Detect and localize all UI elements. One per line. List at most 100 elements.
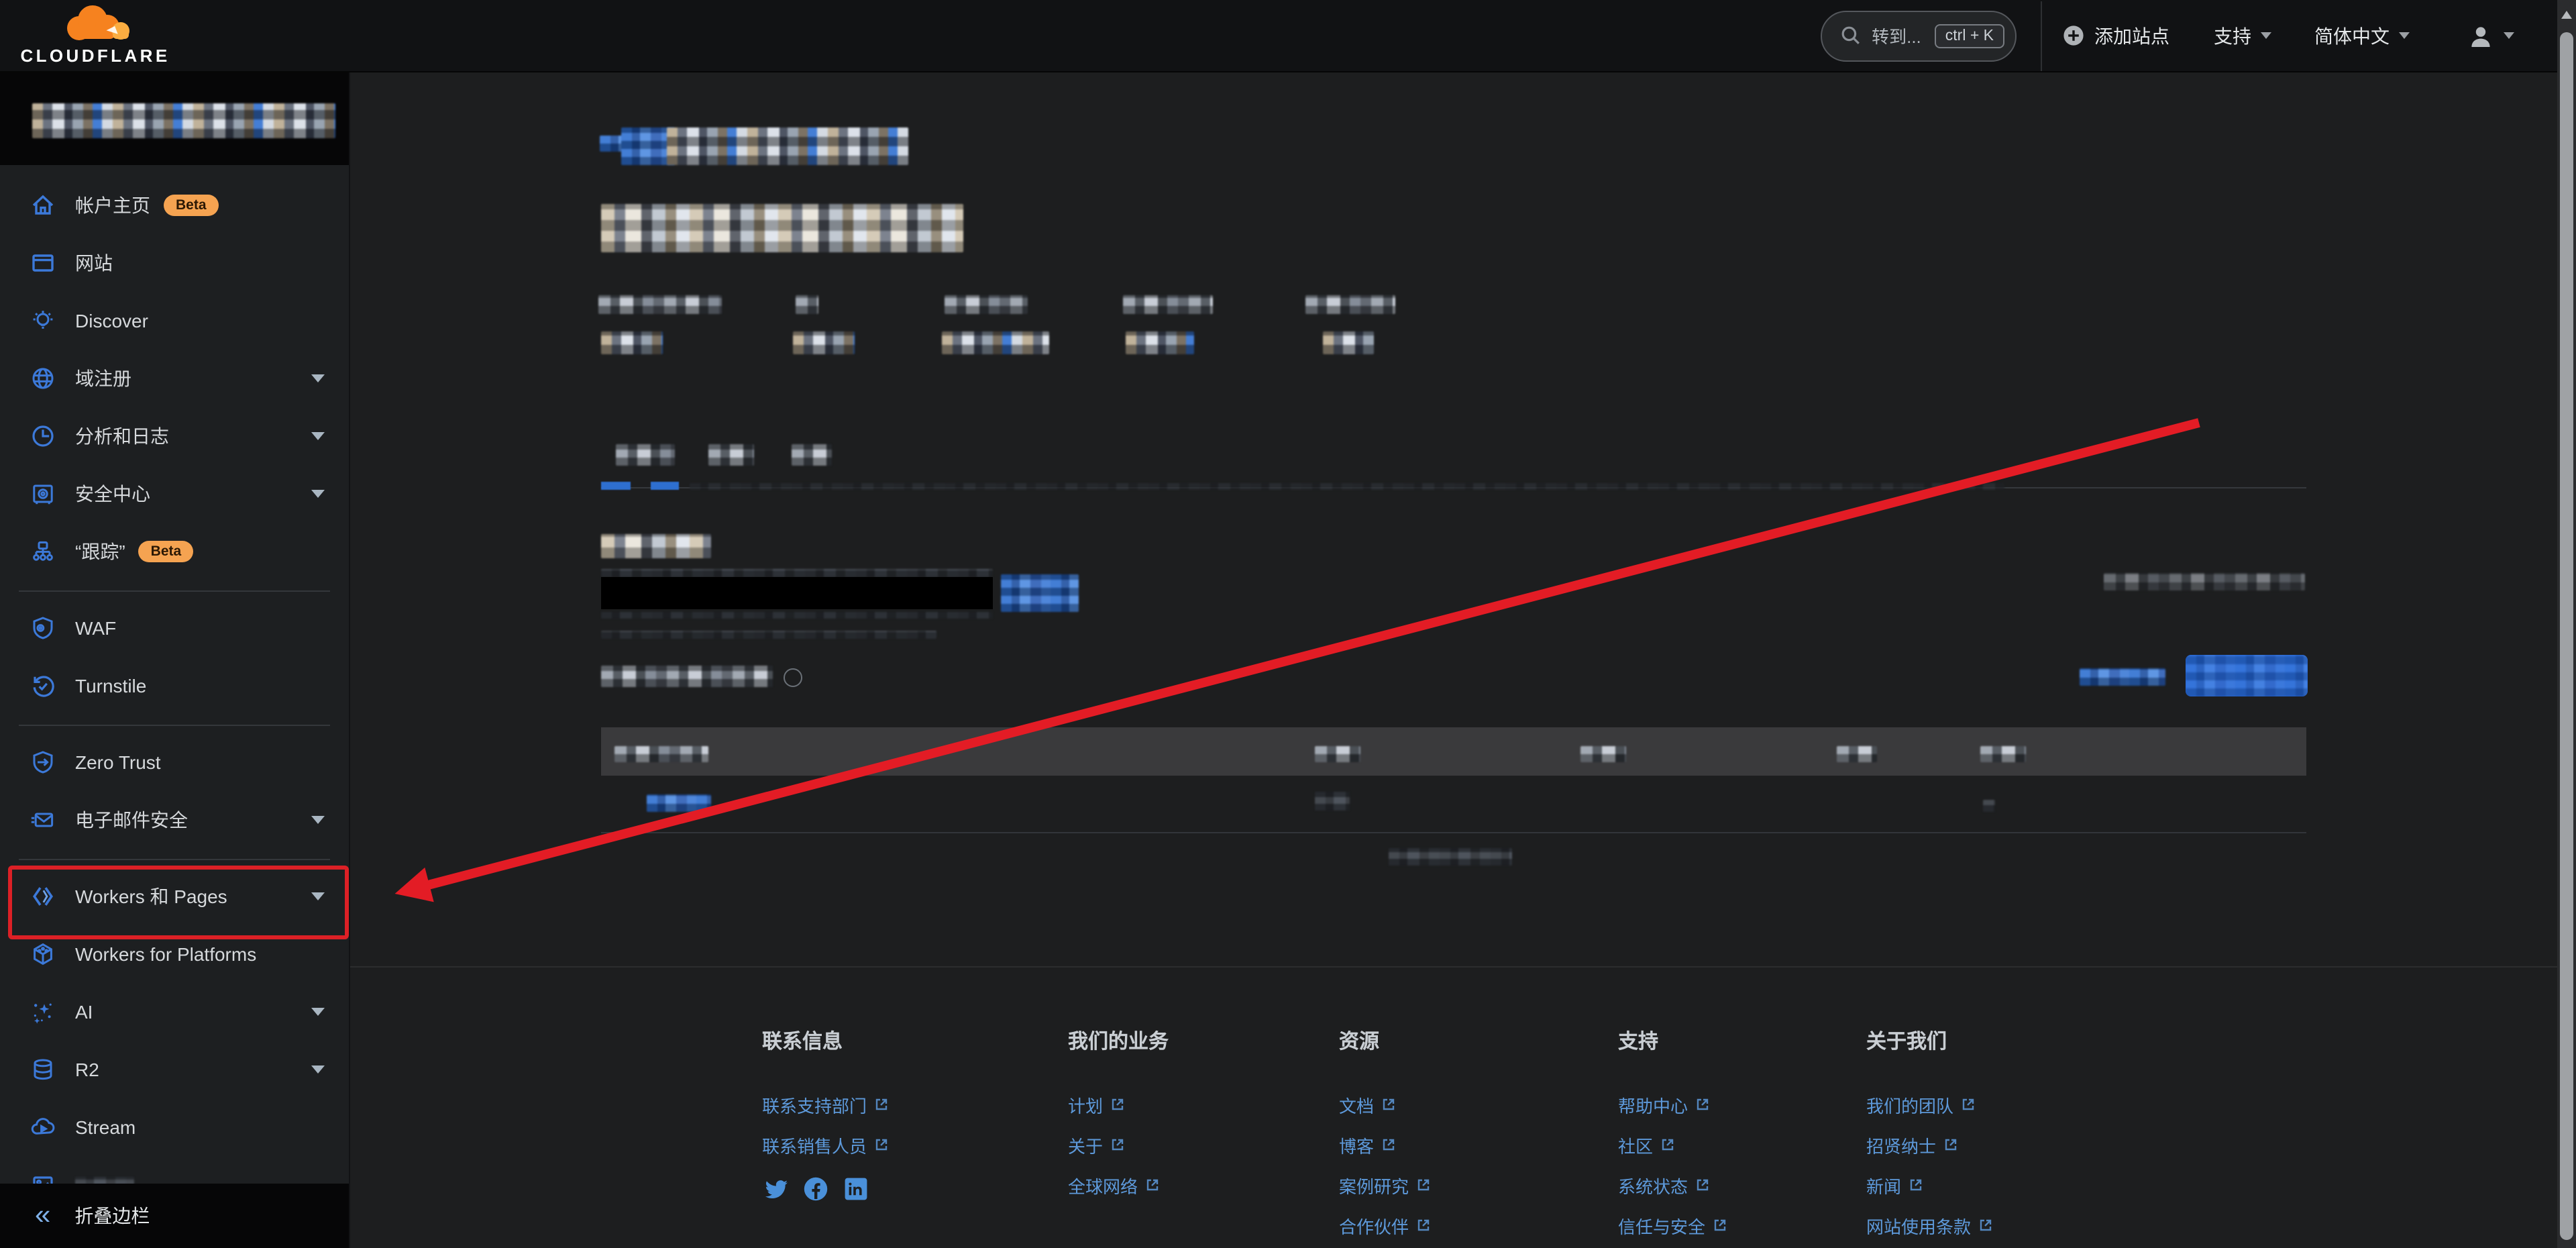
sidebar-item-analytics-logs[interactable]: 分析和日志 xyxy=(0,407,349,464)
sidebar-item-account-home[interactable]: 帐户主页 Beta xyxy=(0,176,349,233)
redacted-column-header xyxy=(1837,746,1877,762)
redacted-column-header xyxy=(1980,746,2026,762)
sidebar-item-trace[interactable]: “跟踪” Beta xyxy=(0,522,349,580)
user-icon xyxy=(2467,22,2494,49)
sidebar-item-discover[interactable]: Discover xyxy=(0,291,349,349)
account-switcher[interactable] xyxy=(0,71,349,165)
external-link-icon xyxy=(1111,1138,1124,1151)
sidebar-item-websites[interactable]: 网站 xyxy=(0,233,349,291)
footer-link[interactable]: 网站使用条款 xyxy=(1866,1205,1992,1245)
external-link-icon xyxy=(1382,1138,1395,1151)
footer-link[interactable]: 关于 xyxy=(1068,1125,1169,1165)
redacted-stat-value xyxy=(793,331,855,354)
chevron-down-icon xyxy=(311,489,325,497)
redacted-section-title xyxy=(601,534,711,558)
redacted-table-link[interactable] xyxy=(647,794,711,812)
redacted-line xyxy=(601,631,936,639)
table-header xyxy=(601,727,2306,776)
redacted-stat-value xyxy=(942,331,1049,354)
external-link-icon xyxy=(1909,1178,1923,1192)
twitter-icon[interactable] xyxy=(762,1176,789,1202)
sidebar-item-turnstile[interactable]: Turnstile xyxy=(0,656,349,714)
footer-link[interactable]: API xyxy=(1339,1245,1430,1248)
external-link-icon xyxy=(1111,1098,1124,1111)
sidebar-item-ai[interactable]: AI xyxy=(0,982,349,1040)
footer-link[interactable]: 自助订阅协议 xyxy=(1866,1245,1992,1248)
shield-gear-icon xyxy=(30,614,56,641)
globe-icon xyxy=(30,364,56,391)
footer-link[interactable]: 联系销售人员 xyxy=(762,1125,888,1165)
sidebar-item-domain-registration[interactable]: 域注册 xyxy=(0,349,349,407)
footer-link[interactable]: 联系支持部门 xyxy=(762,1084,888,1125)
cloud-play-icon xyxy=(30,1113,56,1140)
external-link-icon xyxy=(1962,1098,1975,1111)
facebook-icon[interactable] xyxy=(802,1176,829,1202)
sidebar-item-email-security[interactable]: 电子邮件安全 xyxy=(0,790,349,848)
redacted-inline-link[interactable] xyxy=(1001,574,1079,612)
footer-link[interactable]: 博客 xyxy=(1339,1125,1430,1165)
footer-link[interactable]: 帮助中心 xyxy=(1618,1084,1727,1125)
home-icon xyxy=(30,191,56,218)
redacted-line xyxy=(601,612,993,619)
sidebar-item-stream[interactable]: Stream xyxy=(0,1098,349,1155)
collapse-chevrons-icon: « xyxy=(35,1200,50,1229)
redacted-stat-label xyxy=(796,295,818,314)
footer-divider xyxy=(349,966,2576,968)
redacted-line xyxy=(601,569,993,577)
redacted-column-header xyxy=(614,746,708,762)
footer-link[interactable]: 案例研究 xyxy=(1339,1165,1430,1205)
info-icon[interactable] xyxy=(784,668,802,687)
lightbulb-icon xyxy=(30,307,56,333)
search-placeholder: 转到... xyxy=(1872,23,1921,48)
footer-link[interactable]: 合作伙伴 xyxy=(1339,1205,1430,1245)
active-tab-underline xyxy=(651,482,679,490)
sitemap-icon xyxy=(30,537,56,564)
sidebar-item-r2[interactable]: R2 xyxy=(0,1040,349,1098)
cloudflare-logo[interactable]: CLOUDFLARE xyxy=(21,4,169,66)
collapse-sidebar-button[interactable]: « 折叠边栏 xyxy=(0,1184,349,1248)
external-link-icon xyxy=(1417,1218,1430,1232)
footer-link[interactable]: 全球网络 xyxy=(1068,1165,1169,1205)
redacted-tab[interactable] xyxy=(616,444,675,466)
language-menu[interactable]: 简体中文 xyxy=(2314,22,2410,49)
add-site-button[interactable]: 添加站点 xyxy=(2062,22,2169,49)
sidebar-item-security-center[interactable]: 安全中心 xyxy=(0,464,349,522)
redacted-tab[interactable] xyxy=(708,444,754,466)
sidebar-item-waf[interactable]: WAF xyxy=(0,599,349,656)
account-menu[interactable] xyxy=(2467,22,2514,49)
chevron-down-icon xyxy=(311,431,325,439)
sidebar-item-workers-for-platforms[interactable]: Workers for Platforms xyxy=(0,925,349,982)
redacted-tab[interactable] xyxy=(792,444,832,466)
footer-column-support: 支持 帮助中心 社区 系统状态 信任与安全 xyxy=(1618,1027,1727,1245)
sidebar-nav: 帐户主页 Beta 网站 Discover 域注册 分析和日志 xyxy=(0,165,349,1213)
scroll-up-icon[interactable] xyxy=(2561,11,2572,19)
footer-link[interactable]: 招贤纳士 xyxy=(1866,1125,1992,1165)
redacted-primary-button[interactable] xyxy=(2186,655,2308,696)
support-menu[interactable]: 支持 xyxy=(2214,22,2271,49)
brand-text: CLOUDFLARE xyxy=(20,46,170,66)
footer-link[interactable]: 我们的团队 xyxy=(1866,1084,1992,1125)
scrollbar[interactable] xyxy=(2557,0,2576,1248)
sidebar-item-workers-pages[interactable]: Workers 和 Pages xyxy=(0,867,349,925)
footer-link[interactable]: 系统状态 xyxy=(1618,1165,1727,1205)
redacted-action-link[interactable] xyxy=(2080,668,2165,686)
chevron-down-icon xyxy=(311,892,325,900)
footer-link[interactable]: 新闻 xyxy=(1866,1165,1992,1205)
sidebar-item-zero-trust[interactable]: Zero Trust xyxy=(0,733,349,790)
global-search[interactable]: 转到... ctrl + K xyxy=(1821,10,2017,61)
footer-link[interactable]: 社区 xyxy=(1618,1125,1727,1165)
footer-link[interactable]: 文档 xyxy=(1339,1084,1430,1125)
cloudflare-dashboard: CLOUDFLARE 转到... ctrl + K 添加站点 支持 简体中文 xyxy=(0,0,2576,1248)
external-link-icon xyxy=(1382,1098,1395,1111)
footer-heading: 资源 xyxy=(1339,1027,1430,1055)
external-link-icon xyxy=(875,1138,888,1151)
footer-link[interactable]: 计划 xyxy=(1068,1084,1169,1125)
chevron-down-icon xyxy=(311,1007,325,1015)
scrollbar-thumb[interactable] xyxy=(2560,32,2573,1240)
external-link-icon xyxy=(1979,1218,1992,1232)
database-icon xyxy=(30,1055,56,1082)
linkedin-icon[interactable] xyxy=(843,1176,869,1202)
footer-link[interactable]: 信任与安全 xyxy=(1618,1205,1727,1245)
beta-badge: Beta xyxy=(164,194,219,215)
footer-column-about: 关于我们 我们的团队 招贤纳士 新闻 网站使用条款 自助订阅协议 xyxy=(1866,1027,1992,1248)
